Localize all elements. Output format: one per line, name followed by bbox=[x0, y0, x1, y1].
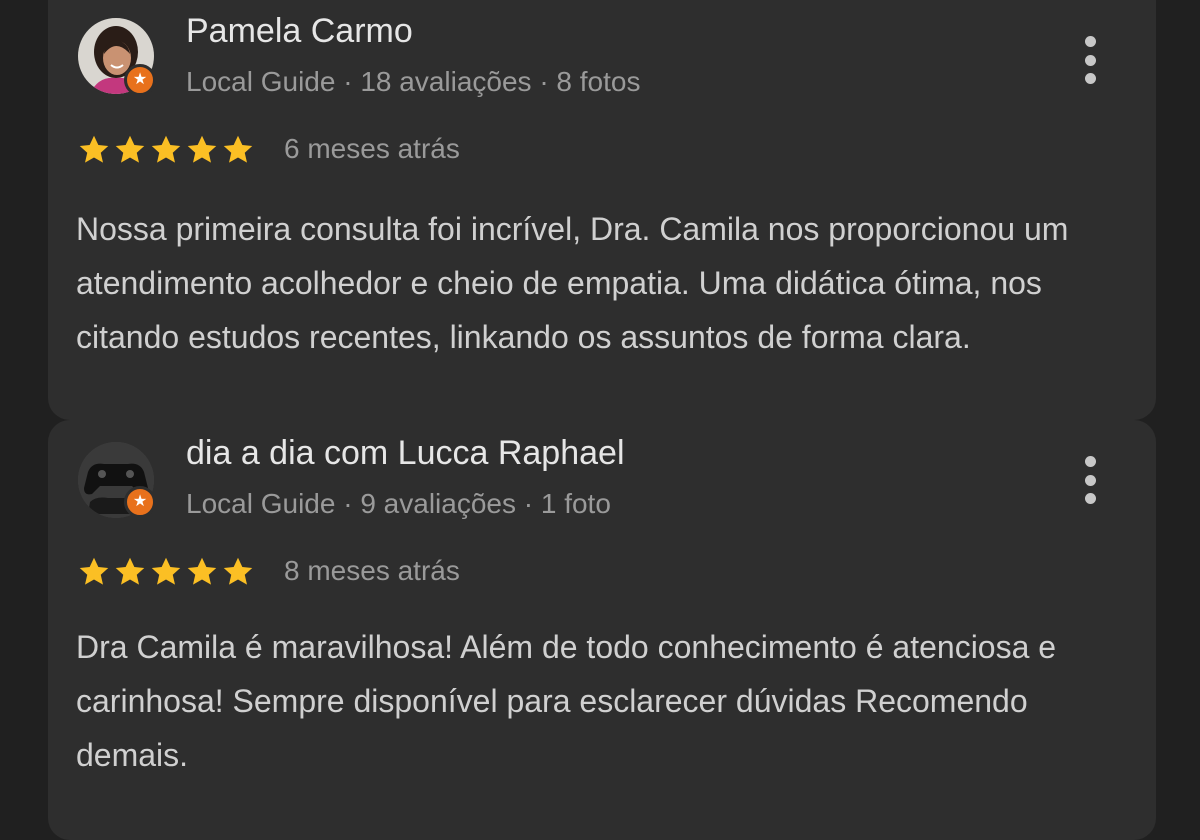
star-icon bbox=[115, 557, 145, 585]
star-icon bbox=[223, 135, 253, 163]
review-time: 6 meses atrás bbox=[284, 133, 460, 164]
rating-stars bbox=[76, 554, 256, 590]
local-guide-star-icon: ★ bbox=[124, 486, 156, 518]
reviewer-name[interactable]: Pamela Carmo bbox=[186, 12, 413, 51]
star-icon bbox=[187, 557, 217, 585]
more-vert-icon[interactable] bbox=[1080, 36, 1100, 84]
reviewer-name[interactable]: dia a dia com Lucca Raphael bbox=[186, 434, 625, 473]
review-text: Dra Camila é maravilhosa! Além de todo c… bbox=[76, 629, 1057, 773]
star-icon bbox=[223, 557, 253, 585]
star-icon bbox=[79, 557, 109, 585]
review-card: ★ dia a dia com Lucca Raphael Local Guid… bbox=[48, 420, 1156, 840]
rating-stars bbox=[76, 132, 256, 168]
more-vert-icon[interactable] bbox=[1080, 456, 1100, 504]
reviewer-meta: Local Guide · 9 avaliações · 1 foto bbox=[186, 488, 611, 519]
star-icon bbox=[151, 135, 181, 163]
star-icon bbox=[79, 135, 109, 163]
local-guide-star-icon: ★ bbox=[124, 64, 156, 96]
star-icon bbox=[115, 135, 145, 163]
star-icon bbox=[151, 557, 181, 585]
reviewer-meta: Local Guide · 18 avaliações · 8 fotos bbox=[186, 66, 641, 97]
review-card: ★ Pamela Carmo Local Guide · 18 avaliaçõ… bbox=[48, 0, 1156, 420]
review-text: Nossa primeira consulta foi incrível, Dr… bbox=[76, 211, 1069, 355]
review-time: 8 meses atrás bbox=[284, 555, 460, 586]
star-icon bbox=[187, 135, 217, 163]
